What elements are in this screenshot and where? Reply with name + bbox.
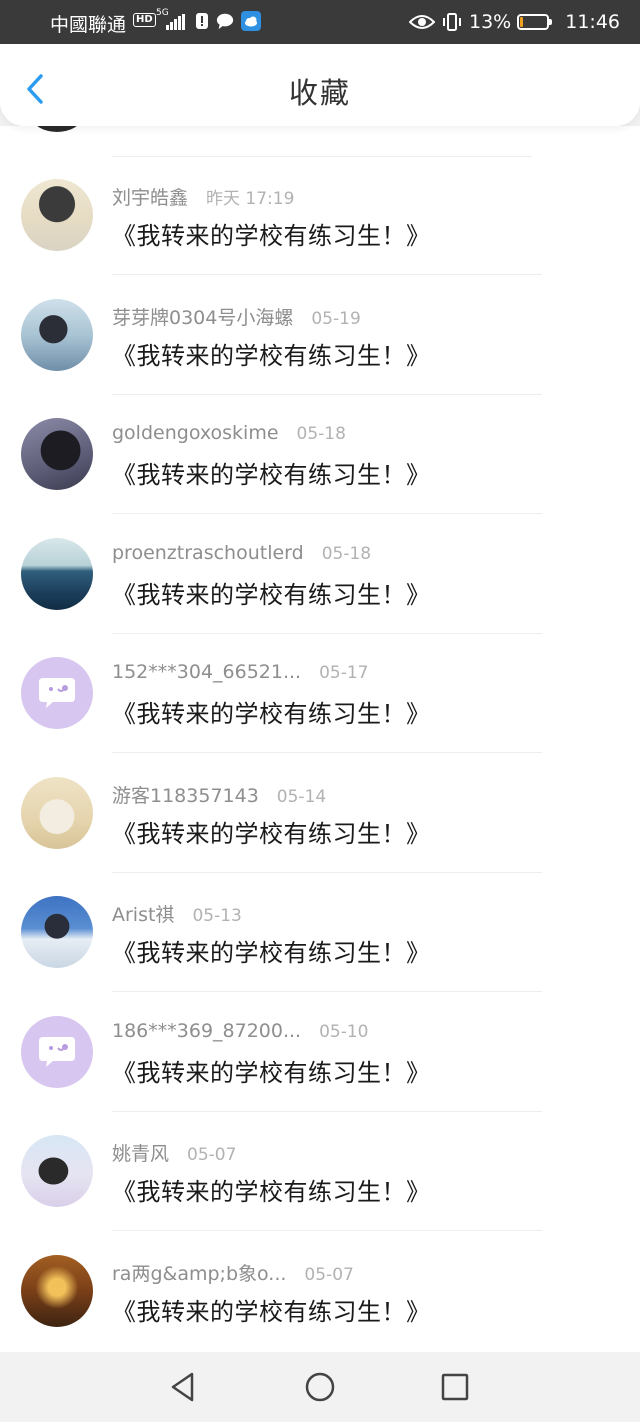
home-circle-icon[interactable] (303, 1370, 337, 1404)
avatar[interactable] (21, 418, 93, 490)
vibrate-icon (443, 13, 461, 31)
username[interactable]: goldengoxoskime (112, 422, 279, 444)
avatar[interactable] (21, 1016, 93, 1088)
date: 05-17 (319, 663, 369, 683)
list-item[interactable]: 芽芽牌0304号小海螺 05-19 《我转来的学校有练习生！》 (0, 246, 640, 395)
avatar[interactable] (21, 896, 93, 968)
list-item[interactable]: 152***304_66521... 05-17 《我转来的学校有练习生！》 (0, 604, 640, 753)
signal-icon (166, 14, 186, 30)
avatar[interactable] (21, 657, 93, 729)
hd-badge: HD (133, 13, 156, 27)
favorites-list[interactable]: 刘宇皓鑫 昨天 17:19 《我转来的学校有练习生！》 芽芽牌0304号小海螺 05… (0, 126, 640, 1352)
username[interactable]: Arist祺 (112, 900, 174, 927)
list-item[interactable]: 游客118357143 05-14 《我转来的学校有练习生！》 (0, 724, 640, 873)
date: 05-13 (192, 906, 242, 926)
username[interactable]: 游客118357143 (112, 781, 259, 808)
message-icon (216, 13, 234, 30)
back-triangle-icon[interactable] (166, 1370, 200, 1404)
clock: 11:46 (565, 11, 620, 33)
avatar[interactable] (21, 777, 93, 849)
list-item[interactable]: goldengoxoskime 05-18 《我转来的学校有练习生！》 (0, 365, 640, 514)
chat-bubble-icon (39, 678, 75, 708)
status-bar: 中國聯通 HD 5G 13% 11:46 (0, 0, 640, 44)
work-title[interactable]: 《我转来的学校有练习生！》 (112, 1292, 431, 1327)
page-title: 收藏 (288, 76, 351, 110)
alert-icon (196, 13, 208, 29)
avatar[interactable] (21, 179, 93, 251)
date: 05-07 (187, 1145, 237, 1165)
list-item[interactable]: 姚青风 05-07 《我转来的学校有练习生！》 (0, 1082, 640, 1231)
system-nav-bar (0, 1352, 640, 1422)
chat-bubble-icon (39, 1037, 75, 1067)
list-item[interactable]: proenztraschoutlerd 05-18 《我转来的学校有练习生！》 (0, 485, 640, 634)
carrier-name: 中國聯通 (50, 14, 127, 36)
header: 收藏 (0, 44, 640, 126)
battery-fill (520, 17, 524, 27)
weather-app-icon (241, 11, 261, 31)
username[interactable]: 152***304_66521... (112, 661, 301, 683)
avatar[interactable] (21, 1255, 93, 1327)
date: 05-14 (276, 787, 327, 807)
username[interactable]: 姚青风 (112, 1139, 169, 1166)
list-item[interactable]: Arist祺 05-13 《我转来的学校有练习生！》 (0, 843, 640, 992)
date: 昨天 17:19 (206, 189, 295, 209)
list-item[interactable]: 刘宇皓鑫 昨天 17:19 《我转来的学校有练习生！》 (0, 126, 640, 275)
username[interactable]: proenztraschoutlerd (112, 542, 304, 564)
battery-percent: 13% (469, 11, 512, 33)
date: 05-18 (296, 424, 346, 444)
date: 05-18 (321, 544, 372, 564)
username[interactable]: 186***369_87200... (112, 1020, 301, 1042)
username[interactable]: ra两g&amp;b象o... (112, 1259, 286, 1286)
username[interactable]: 刘宇皓鑫 (112, 183, 188, 210)
date: 05-10 (319, 1022, 369, 1042)
date: 05-19 (311, 309, 361, 329)
recents-square-icon[interactable] (438, 1370, 472, 1404)
list-item[interactable]: 186***369_87200... 05-10 《我转来的学校有练习生！》 (0, 963, 640, 1112)
avatar[interactable] (21, 299, 93, 371)
avatar[interactable] (21, 1135, 93, 1207)
date: 05-07 (304, 1265, 354, 1285)
avatar[interactable] (21, 538, 93, 610)
eye-icon (409, 15, 435, 29)
username[interactable]: 芽芽牌0304号小海螺 (112, 303, 293, 330)
battery-icon (517, 14, 553, 30)
list-item[interactable]: ra两g&amp;b象o... 05-07 《我转来的学校有练习生！》 (0, 1202, 640, 1327)
